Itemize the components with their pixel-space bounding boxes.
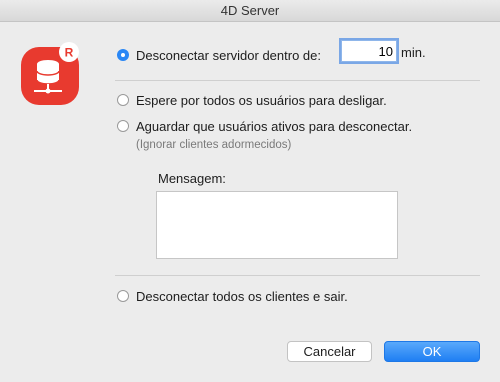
option-wait-active[interactable]: Aguardar que usuários ativos para descon…	[117, 118, 412, 134]
radio-wait-active[interactable]	[117, 120, 129, 132]
option-disconnect-all-label: Desconectar todos os clientes e sair.	[136, 288, 348, 304]
ignore-sleeping-hint: (Ignorar clientes adormecidos)	[136, 139, 292, 151]
message-textarea[interactable]	[156, 191, 398, 259]
option-wait-all-label: Espere por todos os usuários para deslig…	[136, 92, 387, 108]
window-title: 4D Server	[0, 0, 500, 22]
radio-disconnect-all[interactable]	[117, 290, 129, 302]
minutes-unit-label: min.	[401, 45, 426, 60]
message-label: Mensagem:	[158, 171, 226, 186]
ok-button[interactable]: OK	[384, 341, 480, 362]
separator-top	[115, 80, 480, 81]
server-database-icon: R	[18, 40, 84, 106]
radio-disconnect-within[interactable]	[117, 49, 129, 61]
option-disconnect-all[interactable]: Desconectar todos os clientes e sair.	[117, 288, 348, 304]
badge-letter: R	[65, 46, 74, 60]
option-disconnect-within-label: Desconectar servidor dentro de:	[136, 47, 321, 63]
option-disconnect-within[interactable]: Desconectar servidor dentro de:	[117, 47, 321, 63]
radio-wait-all[interactable]	[117, 94, 129, 106]
separator-bottom	[115, 275, 480, 276]
dialog-window: 4D Server R Desconectar servidor dentro …	[0, 0, 500, 382]
minutes-input[interactable]	[341, 40, 397, 62]
cancel-button[interactable]: Cancelar	[287, 341, 372, 362]
option-wait-all[interactable]: Espere por todos os usuários para deslig…	[117, 92, 387, 108]
option-wait-active-label: Aguardar que usuários ativos para descon…	[136, 118, 413, 134]
